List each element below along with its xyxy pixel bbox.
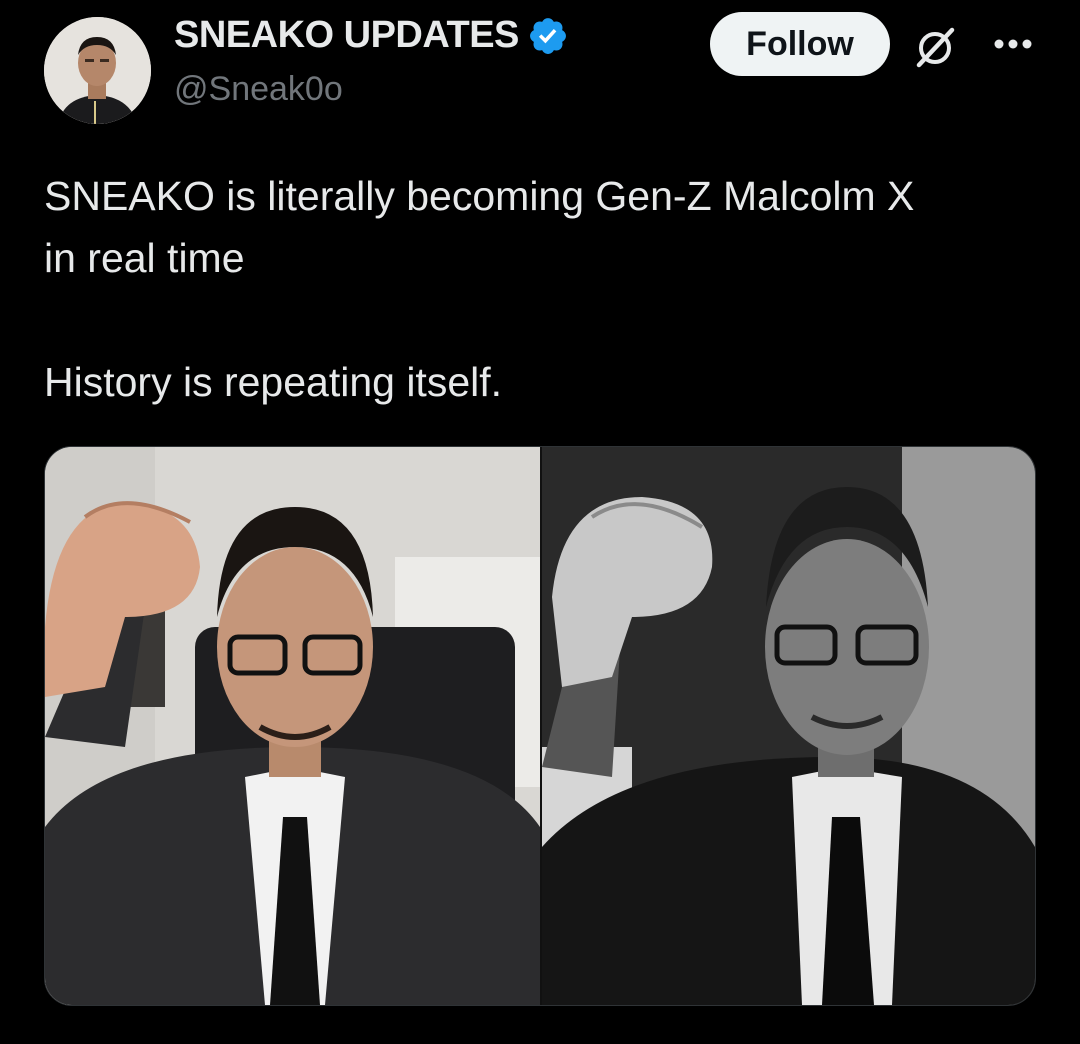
avatar-photo [44, 17, 151, 124]
right-photo[interactable] [542, 447, 1035, 1005]
display-name-text: SNEAKO UPDATES [174, 14, 519, 56]
man-raised-fist-black-and-white-photo [542, 447, 1035, 1005]
tweet-text: SNEAKO is literally becoming Gen-Z Malco… [44, 165, 1044, 413]
follow-button[interactable]: Follow [710, 12, 890, 76]
tweet-media[interactable] [44, 446, 1036, 1006]
avatar[interactable] [44, 17, 151, 124]
more-dots-icon[interactable] [990, 30, 1036, 58]
tweet-line: in real time [44, 235, 245, 281]
tweet-line: History is repeating itself. [44, 359, 503, 405]
verified-badge-icon [529, 17, 566, 54]
man-raised-fist-color-photo [45, 447, 540, 1005]
handle[interactable]: @Sneak0o [174, 70, 343, 109]
grok-icon[interactable] [912, 24, 958, 70]
tweet-line: SNEAKO is literally becoming Gen-Z Malco… [44, 173, 915, 219]
left-photo[interactable] [45, 447, 540, 1005]
display-name[interactable]: SNEAKO UPDATES [174, 14, 569, 57]
